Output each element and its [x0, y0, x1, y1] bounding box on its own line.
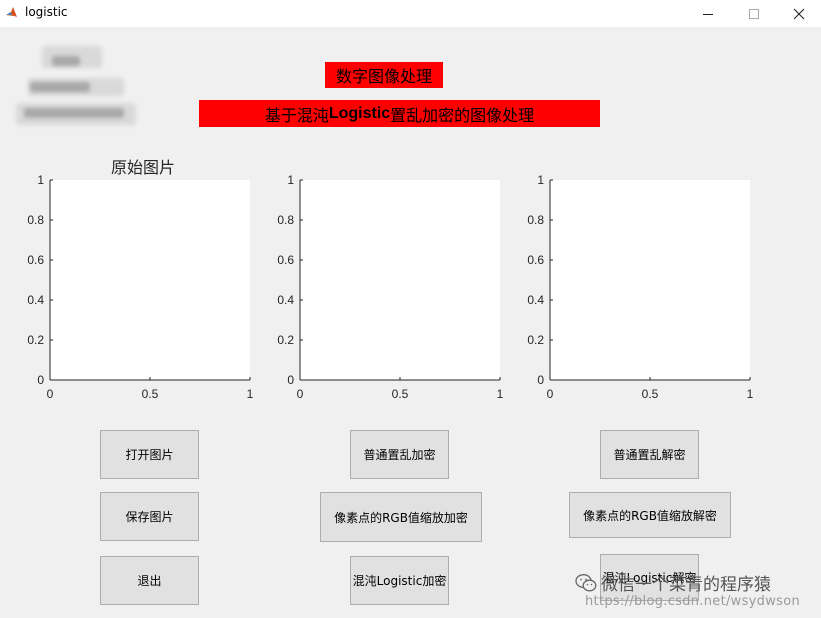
axes-plot-area	[50, 180, 250, 380]
x-tick-label: 0.5	[392, 387, 409, 401]
y-tick-label: 0.4	[527, 293, 544, 307]
save-image-button[interactable]: 保存图片	[100, 492, 199, 541]
y-tick-label: 0.8	[277, 213, 294, 227]
open-image-button[interactable]: 打开图片	[100, 430, 199, 479]
window-title: logistic	[25, 5, 68, 19]
wechat-icon	[575, 573, 597, 591]
x-tick-label: 1	[247, 387, 254, 401]
watermark: 微信一个菜青的程序猿	[575, 570, 771, 595]
y-tick-label: 0.2	[277, 333, 294, 347]
axes-plot-area	[300, 180, 500, 380]
subtitle-text-before: 基于混沌	[264, 105, 329, 125]
axes-original-image: 0 0.5 1 0 0.2 0.4 0.6 0.8 1	[27, 173, 253, 401]
main-title-label: 数字图像处理	[325, 62, 443, 88]
minimize-icon	[703, 13, 713, 15]
axes-plot-area	[550, 180, 750, 380]
axes1-title: 原始图片	[111, 158, 176, 177]
y-tick-label: 0.2	[527, 333, 544, 347]
axes-encrypted-image: 0 0.5 1 0 0.2 0.4 0.6 0.8 1	[277, 173, 503, 401]
minimize-button[interactable]	[685, 0, 731, 27]
y-tick-label: 1	[287, 173, 294, 187]
normal-scramble-encrypt-button[interactable]: 普通置乱加密	[350, 430, 449, 479]
x-tick-label: 0	[547, 387, 554, 401]
maximize-icon	[749, 8, 759, 19]
watermark-text: 微信一个菜青的程序猿	[601, 575, 771, 595]
maximize-button[interactable]	[731, 0, 777, 27]
rgb-scale-decrypt-button[interactable]: 像素点的RGB值缩放解密	[569, 492, 731, 538]
matlab-logo-icon	[6, 7, 17, 17]
y-tick-label: 0.4	[277, 293, 294, 307]
x-tick-label: 0	[47, 387, 54, 401]
y-tick-label: 0.6	[277, 253, 294, 267]
subtitle-label: 基于混沌 Logistic 置乱加密的图像处理	[199, 100, 600, 127]
y-tick-label: 0.6	[527, 253, 544, 267]
y-tick-label: 0.8	[27, 213, 44, 227]
axes-decrypted-image: 0 0.5 1 0 0.2 0.4 0.6 0.8 1	[527, 173, 753, 401]
normal-scramble-decrypt-button[interactable]: 普通置乱解密	[600, 430, 699, 479]
x-tick-label: 1	[497, 387, 504, 401]
logistic-encrypt-button[interactable]: 混沌Logistic加密	[350, 556, 449, 605]
y-tick-label: 1	[37, 173, 44, 187]
y-tick-label: 0	[537, 373, 544, 387]
y-tick-label: 0.8	[527, 213, 544, 227]
window-titlebar: logistic	[0, 0, 821, 27]
subtitle-text-bold: Logistic	[328, 104, 391, 122]
exit-button[interactable]: 退出	[100, 556, 199, 605]
y-tick-label: 0.2	[27, 333, 44, 347]
y-tick-label: 0	[37, 373, 44, 387]
subtitle-text-after: 置乱加密的图像处理	[390, 105, 535, 125]
x-tick-label: 0	[297, 387, 304, 401]
watermark-url: https://blog.csdn.net/wsydwson	[585, 594, 801, 609]
y-tick-label: 1	[537, 173, 544, 187]
y-tick-label: 0.4	[27, 293, 44, 307]
y-tick-label: 0.6	[27, 253, 44, 267]
main-title-text: 数字图像处理	[335, 67, 432, 86]
close-button[interactable]	[776, 0, 821, 27]
x-tick-label: 0.5	[642, 387, 659, 401]
close-icon	[793, 8, 805, 19]
rgb-scale-encrypt-button[interactable]: 像素点的RGB值缩放加密	[320, 492, 482, 542]
x-tick-label: 0.5	[142, 387, 159, 401]
x-tick-label: 1	[747, 387, 754, 401]
y-tick-label: 0	[287, 373, 294, 387]
